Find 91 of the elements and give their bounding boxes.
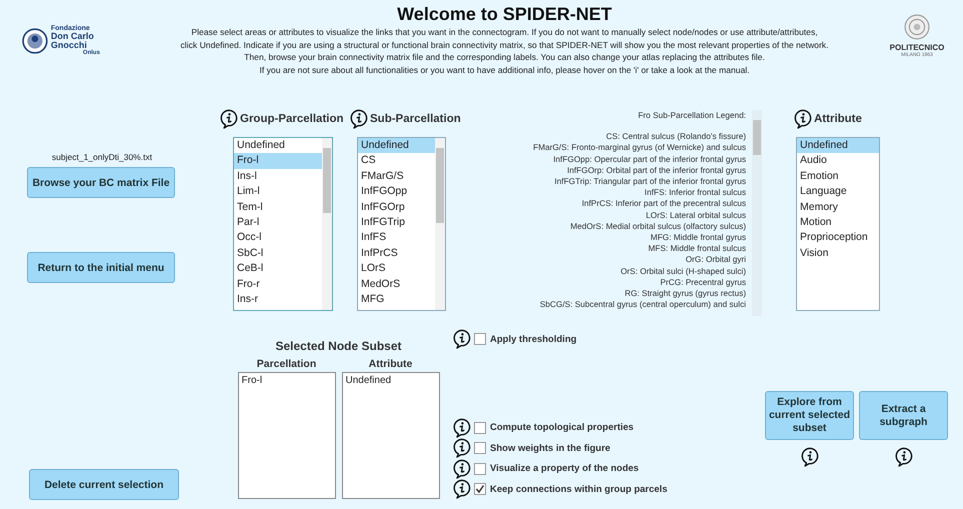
legend-line: CS: Central sulcus (Rolando's fissure) <box>605 131 746 142</box>
browse-button[interactable]: Browse your BC matrix File <box>27 167 175 198</box>
info-icon[interactable] <box>794 109 812 129</box>
legend-line: PrCG: Precentral gyrus <box>659 276 746 288</box>
list-item[interactable]: Emotion <box>797 168 879 184</box>
legend-line: InfFGOpp: Opercular part of the inferior frontal gyrus <box>552 154 746 165</box>
checkbox[interactable] <box>474 462 486 475</box>
list-item[interactable]: Ins-l <box>234 168 322 184</box>
list-item[interactable]: InfFS <box>358 230 435 246</box>
scrollbar[interactable] <box>752 110 762 316</box>
checkbox-label: Visualize a property of the nodes <box>490 463 639 474</box>
list-item[interactable]: Lim-l <box>234 184 322 200</box>
list-item[interactable]: Fro-l <box>234 153 322 169</box>
checkbox-label: Apply thresholding <box>490 334 577 345</box>
list-item[interactable]: InfPrCS <box>358 246 435 262</box>
list-box[interactable]: Fro-l <box>238 372 336 499</box>
column-label: Sub-Parcellation <box>370 113 461 125</box>
list-item[interactable]: MedOrS <box>358 276 435 292</box>
list-item[interactable]: Undefined <box>358 138 435 154</box>
info-icon[interactable] <box>894 447 912 467</box>
info-icon[interactable] <box>800 447 818 467</box>
instructions-text: Please select areas or attributes to visualize the links that you want in the connectogram. If you do not want to manually select node/nodes or use attribute/attributes, click Undefined. Indicate if you are using a structural or functional brain connectivity matrix, so that SPIDER-NET will show you the most relevant properties of the network. Then, browse your brain connectivity matrix file and the corresponding labels. You can also change your atlas replacing the attributes file. If you are not sure about all functionalities or you want to have additional info, please hover on the 'i' or take a look at the manual. <box>179 26 830 76</box>
checkbox-label: Keep connections within group parcels <box>490 484 668 495</box>
info-icon[interactable] <box>453 479 471 500</box>
list-item[interactable]: Par-l <box>234 214 322 230</box>
info-icon[interactable] <box>220 109 238 129</box>
list-item[interactable]: Motion <box>797 214 879 230</box>
list-item[interactable]: Proprioception <box>797 230 879 246</box>
file-name: subject_1_onlyDti_30%.txt <box>50 152 154 162</box>
list-item: Fro-l <box>242 375 264 386</box>
legend-line: OrG: Orbital gyri <box>684 254 746 266</box>
list-item[interactable]: Occ-l <box>234 230 322 246</box>
list-item[interactable]: InfFGOrp <box>358 200 435 215</box>
legend-line: InfFGOrp: Orbital part of the inferior frontal gyrus <box>566 164 746 176</box>
list-item[interactable]: Undefined <box>797 138 879 154</box>
checkbox[interactable] <box>474 422 486 434</box>
checkbox[interactable] <box>474 333 486 346</box>
page-title: Welcome to SPIDER-NET <box>396 4 613 25</box>
delete-button[interactable]: Delete current selection <box>29 469 179 500</box>
checkbox-label: Show weights in the figure <box>490 442 610 454</box>
column-label: Group-Parcellation <box>240 113 344 125</box>
legend-line: MFS: Middle frontal sulcus <box>647 243 746 254</box>
list-item[interactable]: Audio <box>797 153 879 169</box>
list-item[interactable]: Undefined <box>234 138 322 154</box>
list-item[interactable]: CeB-l <box>234 261 322 277</box>
legend-line: MFG: Middle frontal gyrus <box>650 232 746 244</box>
extract-button[interactable]: Extract a subgraph <box>859 391 948 440</box>
column-label: Attribute <box>368 358 412 370</box>
info-icon[interactable] <box>453 458 471 479</box>
list-item[interactable]: Fro-r <box>234 276 322 292</box>
list-box[interactable]: Undefined <box>342 372 440 499</box>
checkbox[interactable] <box>474 483 486 496</box>
list-item[interactable]: Vision <box>797 246 879 262</box>
list-item[interactable]: MFG <box>358 292 435 308</box>
info-icon[interactable] <box>453 418 471 438</box>
list-item[interactable]: FMarG/S <box>358 168 435 184</box>
checkbox-label: Compute topological properties <box>490 422 634 434</box>
info-icon[interactable] <box>453 329 471 350</box>
list-item[interactable]: CS <box>358 153 435 169</box>
list-item[interactable]: SbC-l <box>234 246 322 262</box>
list-item: Undefined <box>346 375 392 386</box>
scrollbar[interactable] <box>322 138 332 310</box>
list-item[interactable]: Memory <box>797 200 879 215</box>
return-button[interactable]: Return to the initial menu <box>27 252 175 283</box>
list-box[interactable]: Undefined Fro-l Ins-l Lim-l Tem-l Par-l Occ-l SbC-l CeB-l Fro-r Ins-r <box>233 137 333 311</box>
explore-button[interactable]: Explore from current selected subset <box>765 391 854 440</box>
list-item[interactable]: Tem-l <box>234 200 322 215</box>
legend-line: SbCG/S: Subcentral gyrus (central operculum) and sulci <box>538 299 746 310</box>
legend-line: MedOrS: Medial orbital sulcus (olfactory sulcus) <box>569 220 746 232</box>
info-icon[interactable] <box>350 109 368 129</box>
legend-line: InfPrCS: Inferior part of the precentral sulcus <box>580 198 746 210</box>
info-icon[interactable] <box>453 438 471 458</box>
legend-title: Fro Sub-Parcellation Legend: <box>637 110 746 122</box>
list-item[interactable]: LOrS <box>358 261 435 277</box>
column-label: Attribute <box>814 113 862 125</box>
checkbox[interactable] <box>474 442 486 454</box>
column-label: Parcellation <box>256 358 316 370</box>
list-box[interactable]: Undefined CS FMarG/S InfFGOpp InfFGOrp InfFGTrip InfFS InfPrCS LOrS MedOrS MFG <box>357 137 446 311</box>
list-box[interactable]: Undefined Audio Emotion Language Memory Motion Proprioception Vision <box>796 137 880 311</box>
legend-line: OrS: Orbital sulci (H-shaped sulci) <box>620 266 746 277</box>
legend-line: InfFS: Inferior frontal sulcus <box>644 187 746 198</box>
list-item[interactable]: InfFGOpp <box>358 184 435 200</box>
legend-line: RG: Straight gyrus (gyrus rectus) <box>624 288 746 300</box>
legend-line: FMarG/S: Fronto-marginal gyrus (of Wernicke) and sulcus <box>532 142 746 154</box>
list-item[interactable]: Ins-r <box>234 292 322 308</box>
list-item[interactable]: Language <box>797 184 879 200</box>
legend-line: LOrS: Lateral orbital sulcus <box>644 210 746 221</box>
legend-line: InfFGTrip: Triangular part of the inferior frontal gyrus <box>553 176 746 188</box>
list-item[interactable]: InfFGTrip <box>358 214 435 230</box>
scrollbar[interactable] <box>435 138 445 310</box>
section-title: Selected Node Subset <box>275 339 402 353</box>
